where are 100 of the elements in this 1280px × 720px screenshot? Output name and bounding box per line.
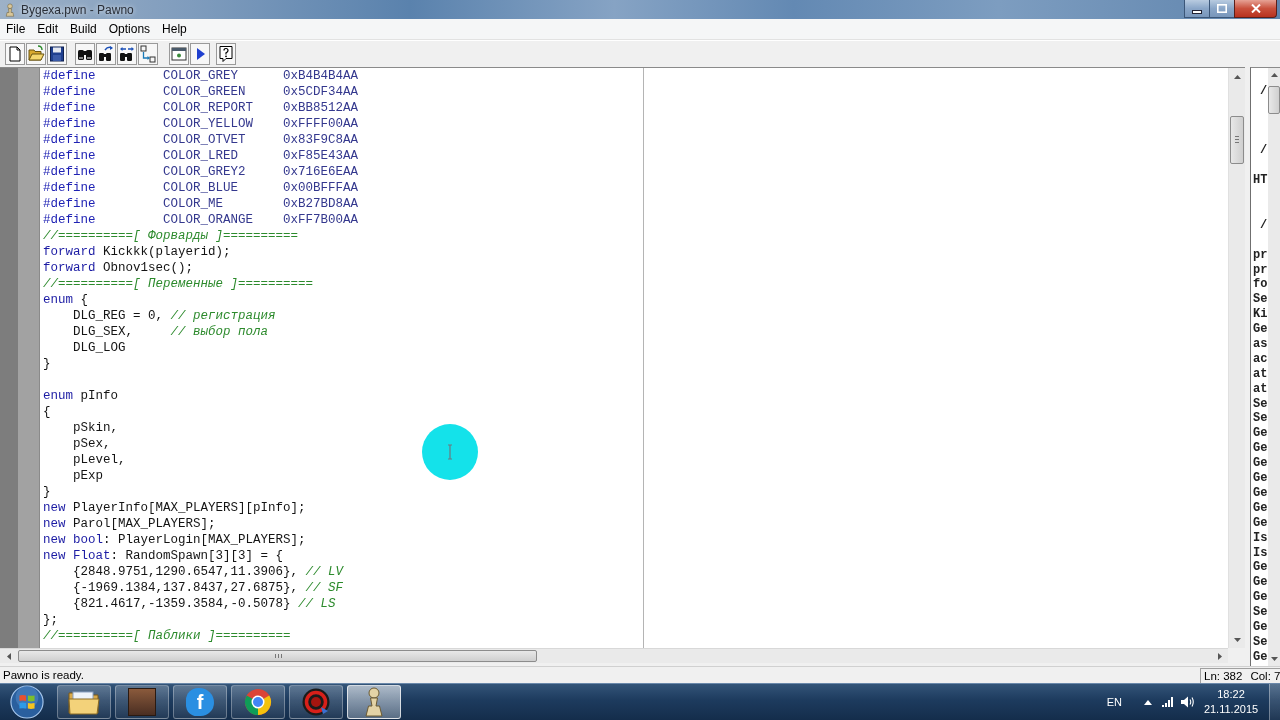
code-line: pExp [72,468,103,484]
code-line: pSkin, [72,420,118,436]
help-icon[interactable] [216,43,236,65]
function-list-item[interactable]: Ge [1251,485,1268,501]
play-icon[interactable] [190,43,210,65]
show-desktop-button[interactable] [1269,684,1280,720]
code-line: #define COLOR_GREEN 0x5CDF34AA [43,84,359,100]
binoculars-icon[interactable] [75,43,95,65]
function-list-item[interactable]: Ge [1251,560,1268,576]
code-line: #define COLOR_LRED 0xF85E43AA [43,148,359,164]
menu-item[interactable]: Edit [31,21,65,37]
window-title: Bygexa.pwn - Pawno [21,2,134,17]
function-list-item[interactable]: Ge [1251,426,1268,442]
caret-up-icon[interactable] [1233,74,1241,79]
function-list-item[interactable]: as [1251,337,1268,352]
scrollbar-thumb[interactable] [18,650,537,662]
scrollbar-thumb[interactable] [1230,116,1244,164]
caret-right-icon[interactable] [1217,652,1222,660]
vertical-scrollbar[interactable] [1228,68,1245,648]
menu-item[interactable]: Help [156,21,193,37]
vertical-scrollbar[interactable] [1268,68,1280,666]
function-list-item[interactable]: pr [1251,247,1268,263]
window-icon[interactable] [169,43,189,65]
open-folder-icon[interactable] [26,43,46,65]
function-list-item[interactable]: Ge [1251,590,1268,606]
code-line: #define COLOR_GREY2 0x716E6EAA [43,164,359,180]
speaker-icon[interactable] [1181,696,1194,708]
chess-pawn-icon [5,2,15,17]
taskbar-button[interactable] [347,685,401,719]
function-list-item[interactable]: Ge [1251,619,1268,635]
language-indicator[interactable]: EN [1106,696,1122,708]
signal-bars-icon[interactable] [1162,697,1174,707]
function-list-item[interactable]: at [1251,381,1268,397]
code-line: forward Obnov1sec(); [43,260,194,276]
function-list-item[interactable]: Ge [1251,649,1268,665]
code-line: {-1969.1384,137.8437,27.6875}, // SF [72,580,344,596]
code-line: {2848.9751,1290.6547,11.3906}, // LV [72,564,344,580]
save-icon[interactable] [47,43,67,65]
function-list-item[interactable]: at [1251,366,1268,382]
code-line: forward Kickkk(playerid); [43,244,231,260]
new-document-icon[interactable] [5,43,25,65]
list-group-header[interactable]: / [1251,143,1268,159]
list-group-header[interactable]: / [1251,83,1268,99]
caret-up-icon[interactable] [1144,699,1152,705]
menu-item[interactable]: File [0,21,32,37]
close-button[interactable] [1234,0,1277,18]
code-line: } [43,484,51,500]
function-list[interactable]: / / HT / pr pr fo Se Ki Ge as ac at at Se Se Ge Ge Ge Ge Ge Ge Ge Is Is Ge Ge Ge Se Ge Se Ge [1250,67,1280,666]
function-list-item[interactable]: Ge [1251,441,1268,457]
code-line: //==========[ Паблики ]========== [43,628,291,644]
function-list-item[interactable]: Is [1251,530,1268,546]
function-list-item[interactable]: Ge [1251,515,1268,531]
function-list-item[interactable]: Ge [1251,575,1268,591]
function-list-item[interactable]: Se [1251,634,1268,650]
close-icon [1250,4,1261,13]
function-list-item[interactable]: ac [1251,351,1268,367]
taskbar-button[interactable] [115,685,169,719]
caret-down-icon[interactable] [1270,657,1278,661]
binoculars-arrows-icon[interactable] [117,43,137,65]
maximize-button[interactable] [1209,0,1235,18]
code-line: //==========[ Форварды ]========== [43,228,299,244]
code-line: #define COLOR_ORANGE 0xFF7B00AA [43,212,359,228]
code-line: #define COLOR_GREY 0xB4B4B4AA [43,68,359,84]
function-list-item[interactable]: Ge [1251,322,1268,338]
function-list-item[interactable]: Se [1251,292,1268,308]
function-list-item[interactable]: Ge [1251,456,1268,472]
menu-item[interactable]: Build [64,21,103,37]
caret-up-icon[interactable] [1270,73,1278,77]
app-logo: f [186,688,214,716]
column-indicator: Col: 7 [1250,669,1280,682]
code-line: { [43,404,51,420]
function-list-item[interactable]: Ki [1251,307,1268,323]
code-line: #define COLOR_ME 0xB27BD8AA [43,196,359,212]
function-list-item[interactable]: fo [1251,277,1268,293]
code-line: DLG_REG = 0, // регистрация [72,308,276,324]
function-list-item[interactable]: Ge [1251,471,1268,486]
function-list-item[interactable]: Se [1251,605,1268,620]
list-group-header[interactable]: / [1251,217,1268,233]
function-list-item[interactable]: pr [1251,262,1268,278]
taskbar-button[interactable] [57,685,111,719]
clock-time[interactable]: 18:22 [1217,687,1245,702]
scrollbar-thumb[interactable] [1268,86,1280,114]
minimize-button[interactable] [1184,0,1210,18]
function-list-item[interactable]: Se [1251,396,1268,412]
function-list-item[interactable]: Se [1251,411,1268,427]
code-line: new PlayerInfo[MAX_PLAYERS][pInfo]; [43,500,306,516]
code-line: #define COLOR_OTVET 0x83F9C8AA [43,132,359,148]
status-message: Pawno is ready. [2,669,84,681]
folder-icon [68,689,100,715]
function-list-item[interactable]: Is [1251,545,1268,561]
taskbar-button[interactable] [231,685,285,719]
function-list-item[interactable]: Ge [1251,500,1268,516]
clock-date[interactable]: 21.11.2015 [1203,702,1259,717]
taskbar-button[interactable] [289,685,343,719]
menu-item[interactable]: Options [102,21,157,37]
function-list-item[interactable]: HT [1251,173,1268,189]
chess-pawn-icon [364,687,384,717]
caret-down-icon[interactable] [1233,637,1241,642]
horizontal-scrollbar[interactable] [0,648,1228,663]
caret-left-icon[interactable] [6,652,11,660]
